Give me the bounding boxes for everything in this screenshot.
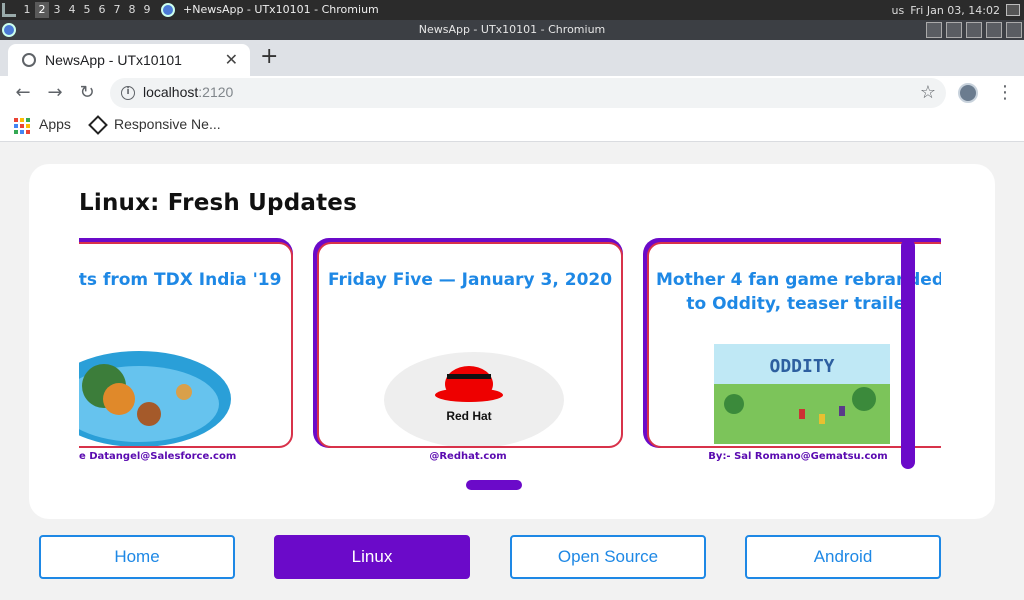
nav-open-source-button[interactable]: Open Source bbox=[510, 535, 706, 579]
back-arrow-icon[interactable]: ← bbox=[11, 81, 35, 105]
url-text[interactable]: localhost:2120 bbox=[143, 84, 233, 100]
reload-icon[interactable]: ↻ bbox=[75, 81, 99, 105]
news-source: By:- Sal Romano@Gematsu.com bbox=[708, 451, 888, 462]
news-headline[interactable]: Mother 4 fan game rebranded to Oddity, t… bbox=[655, 268, 941, 316]
window-controls bbox=[926, 22, 1022, 38]
window-app-icon bbox=[2, 23, 16, 37]
page-content: Linux: Fresh Updates Highlights from TDX… bbox=[0, 143, 1024, 600]
browser-toolbar: ← → ↻ i localhost:2120 ☆ bbox=[0, 76, 1024, 110]
url-host: localhost bbox=[143, 84, 199, 100]
news-carousel[interactable]: Highlights from TDX India '19 Danielle D… bbox=[79, 238, 941, 470]
oddity-logo-text: ODDITY bbox=[769, 356, 834, 377]
workspace-8[interactable]: 8 bbox=[125, 2, 139, 18]
section-title: Linux: Fresh Updates bbox=[79, 190, 357, 216]
kebab-menu-icon[interactable]: ⋮ bbox=[996, 82, 1014, 103]
news-card-body: Highlights from TDX India '19 bbox=[79, 242, 293, 448]
tab-title: NewsApp - UTx10101 bbox=[45, 52, 182, 68]
profile-avatar-icon[interactable] bbox=[958, 83, 978, 103]
url-port: :2120 bbox=[198, 84, 234, 100]
news-headline[interactable]: Highlights from TDX India '19 bbox=[79, 268, 285, 292]
news-source: Danielle Datangel@Salesforce.com bbox=[79, 451, 237, 462]
redhat-logo-image: Red Hat bbox=[384, 352, 564, 446]
news-section-card: Linux: Fresh Updates Highlights from TDX… bbox=[29, 164, 995, 519]
news-card[interactable]: Highlights from TDX India '19 Danielle D… bbox=[79, 238, 293, 462]
settings-icon[interactable] bbox=[946, 22, 962, 38]
taskbar-tray: us Fri Jan 03, 14:02 bbox=[892, 0, 1024, 20]
news-card-body: Friday Five — January 3, 2020 Red Hat bbox=[317, 242, 623, 448]
workspace-3[interactable]: 3 bbox=[50, 2, 64, 18]
restore-icon[interactable] bbox=[926, 22, 942, 38]
tray-display-icon[interactable] bbox=[1006, 4, 1020, 16]
carousel-scrollbar[interactable] bbox=[901, 239, 915, 469]
bookmark-responsive[interactable]: Responsive Ne... bbox=[114, 116, 221, 132]
browser-tab[interactable]: NewsApp - UTx10101 ✕ bbox=[8, 44, 250, 76]
nav-android-button[interactable]: Android bbox=[745, 535, 941, 579]
redhat-logo-text: Red Hat bbox=[446, 409, 491, 423]
new-tab-button[interactable]: + bbox=[260, 45, 278, 69]
oddity-screenshot-image: ODDITY bbox=[714, 344, 890, 444]
salesforce-illustration-image bbox=[79, 351, 231, 446]
bookmark-star-icon[interactable]: ☆ bbox=[920, 82, 936, 103]
close-icon[interactable] bbox=[1006, 22, 1022, 38]
nav-home-button[interactable]: Home bbox=[39, 535, 235, 579]
window-titlebar: NewsApp - UTx10101 - Chromium bbox=[0, 20, 1024, 40]
bookmark-apps[interactable]: Apps bbox=[39, 116, 71, 132]
chromium-icon bbox=[161, 3, 175, 17]
pin-icon[interactable] bbox=[966, 22, 982, 38]
bookmarks-bar: Apps Responsive Ne... bbox=[0, 110, 1024, 142]
news-source: @Redhat.com bbox=[429, 451, 507, 462]
workspace-7[interactable]: 7 bbox=[110, 2, 124, 18]
workspace-9[interactable]: 9 bbox=[140, 2, 154, 18]
maximize-icon[interactable] bbox=[986, 22, 1002, 38]
window-title: NewsApp - UTx10101 - Chromium bbox=[418, 23, 606, 36]
carousel-indicator[interactable] bbox=[466, 480, 522, 490]
clock[interactable]: Fri Jan 03, 14:02 bbox=[910, 4, 1000, 17]
workspace-5[interactable]: 5 bbox=[80, 2, 94, 18]
forward-arrow-icon[interactable]: → bbox=[43, 81, 67, 105]
workspace-6[interactable]: 6 bbox=[95, 2, 109, 18]
keyboard-layout[interactable]: us bbox=[892, 4, 905, 17]
news-card[interactable]: Mother 4 fan game rebranded to Oddity, t… bbox=[643, 238, 941, 462]
news-card[interactable]: Friday Five — January 3, 2020 Red Hat @R… bbox=[313, 238, 623, 462]
system-taskbar: 1 2 3 4 5 6 7 8 9 +NewsApp - UTx10101 - … bbox=[0, 0, 1024, 20]
news-card-body: Mother 4 fan game rebranded to Oddity, t… bbox=[647, 242, 941, 448]
taskbar-window-title[interactable]: +NewsApp - UTx10101 - Chromium bbox=[183, 3, 379, 16]
nav-linux-button[interactable]: Linux bbox=[274, 535, 470, 579]
tab-close-icon[interactable]: ✕ bbox=[225, 50, 238, 69]
workspace-2[interactable]: 2 bbox=[35, 2, 49, 18]
globe-icon bbox=[22, 53, 36, 67]
codepen-icon bbox=[88, 115, 108, 135]
info-icon[interactable]: i bbox=[121, 86, 135, 100]
workspace-1[interactable]: 1 bbox=[20, 2, 34, 18]
news-headline[interactable]: Friday Five — January 3, 2020 bbox=[325, 268, 615, 292]
address-bar[interactable]: i localhost:2120 ☆ bbox=[110, 78, 946, 108]
tab-strip: NewsApp - UTx10101 ✕ bbox=[0, 40, 1024, 76]
apps-grid-icon[interactable] bbox=[14, 118, 30, 134]
wm-logo-icon[interactable] bbox=[2, 3, 16, 17]
workspace-4[interactable]: 4 bbox=[65, 2, 79, 18]
